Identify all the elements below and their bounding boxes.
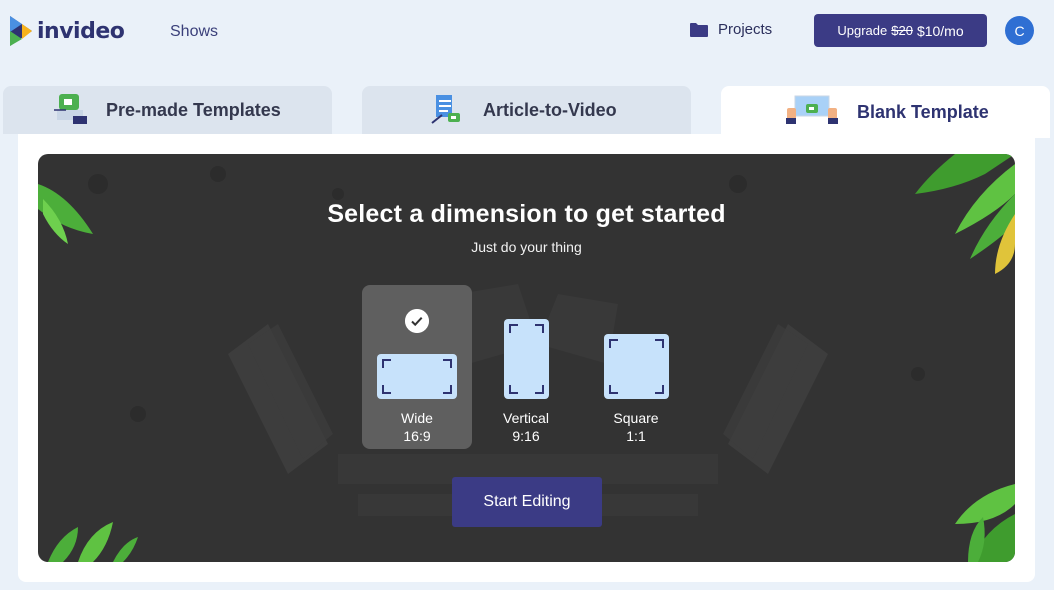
start-editing-button[interactable]: Start Editing (452, 477, 602, 527)
projects-label: Projects (718, 21, 773, 38)
dimension-ratio: 16:9 (403, 428, 431, 444)
dimension-option-vertical[interactable]: Vertical 9:16 (471, 285, 581, 449)
logo-mark-icon (10, 16, 32, 46)
dimension-option-square[interactable]: Square 1:1 (581, 285, 691, 449)
dimension-ratio: 1:1 (626, 428, 646, 444)
tab-article-to-video[interactable]: Article-to-Video (362, 86, 691, 134)
check-icon (405, 309, 429, 333)
avatar[interactable]: C (1005, 16, 1034, 45)
tab-label: Pre-made Templates (106, 99, 281, 120)
tab-premade-templates[interactable]: Pre-made Templates (3, 86, 332, 134)
square-frame-icon (604, 334, 669, 399)
vertical-frame-icon (504, 319, 549, 399)
article-video-icon (431, 95, 460, 124)
invideo-logo[interactable]: invideo (8, 14, 125, 48)
tab-label: Article-to-Video (483, 99, 617, 120)
tab-blank-template[interactable]: Blank Template (721, 86, 1050, 138)
tab-label: Blank Template (857, 101, 989, 122)
upgrade-button[interactable]: Upgrade $20 $10/mo (814, 14, 987, 47)
dimension-option-wide[interactable]: Wide 16:9 (362, 285, 472, 449)
new-price: $10/mo (916, 22, 964, 39)
projects-link[interactable]: Projects (689, 21, 772, 38)
wide-frame-icon (377, 354, 457, 399)
blank-canvas-icon (786, 95, 838, 124)
dimension-stage: Select a dimension to get started Just d… (38, 154, 1015, 562)
logo-text: invideo (37, 18, 125, 44)
dimension-name: Square (613, 410, 659, 426)
dimension-ratio: 9:16 (512, 428, 540, 444)
old-price: $20 (891, 23, 913, 38)
dimension-name: Wide (401, 410, 433, 426)
dimension-name: Vertical (503, 410, 549, 426)
template-card-icon (54, 94, 87, 124)
top-bar: invideo Shows Projects Upgrade $20 $10/m… (0, 0, 1054, 66)
page-title: Select a dimension to get started (327, 200, 726, 228)
upgrade-label: Upgrade (837, 23, 888, 38)
page-subtitle: Just do your thing (471, 239, 582, 255)
folder-icon (690, 22, 708, 37)
nav-shows-link[interactable]: Shows (170, 23, 218, 41)
